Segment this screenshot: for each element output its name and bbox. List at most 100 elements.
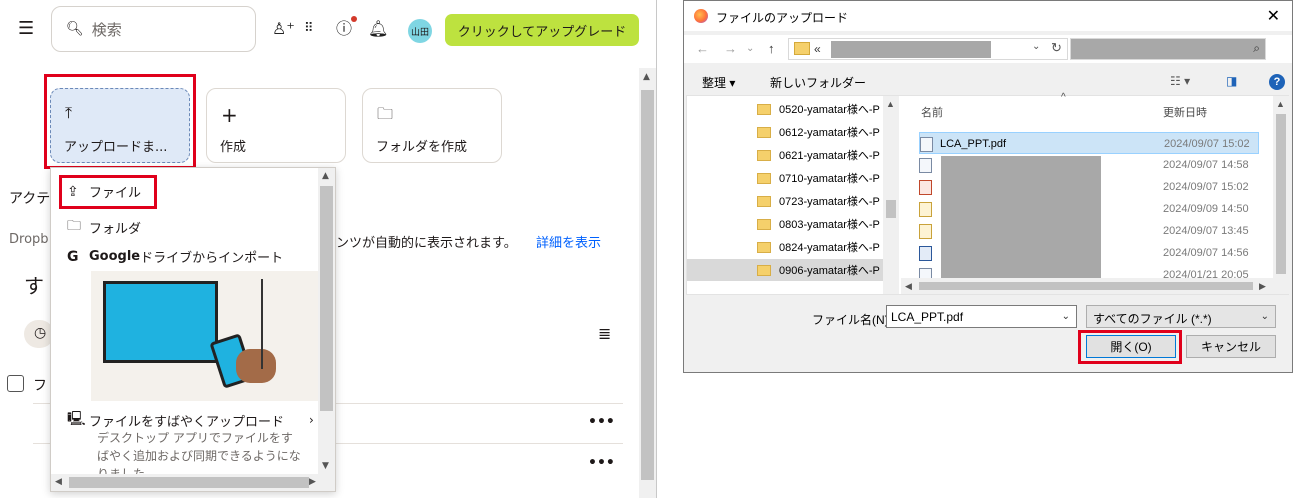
select-all-checkbox[interactable] bbox=[7, 375, 24, 392]
list-view-icon[interactable]: ≣ bbox=[598, 324, 611, 343]
scroll-up-icon[interactable]: ▲ bbox=[886, 99, 895, 109]
scroll-down-icon[interactable]: ▼ bbox=[322, 461, 329, 471]
file-list-hscrollbar[interactable]: ◀ ▶ bbox=[901, 278, 1273, 294]
sort-caret-icon: ^ bbox=[1061, 92, 1066, 103]
file-name: LCA_PPT.pdf bbox=[940, 138, 1007, 150]
search-input[interactable]: 🔍︎ 検索 bbox=[51, 6, 256, 52]
menu-scrollbar-horizontal[interactable]: ◀ ▶ bbox=[51, 474, 335, 491]
filename-input[interactable]: LCA_PPT.pdf ⌄ bbox=[886, 305, 1077, 328]
scroll-up-icon[interactable]: ▲ bbox=[1276, 99, 1285, 109]
recent-dropdown-icon[interactable]: ⌄ bbox=[746, 43, 754, 54]
tree-scrollbar[interactable]: ▲ bbox=[883, 96, 899, 294]
menu-icon[interactable]: ☰ bbox=[18, 20, 34, 38]
address-bar[interactable]: « ⌄ ↻ bbox=[788, 38, 1068, 60]
folder-icon bbox=[757, 172, 771, 184]
file-row-selected[interactable]: LCA_PPT.pdf 2024/09/07 15:02 bbox=[919, 132, 1259, 154]
create-tile[interactable]: + 作成 bbox=[206, 88, 346, 163]
fast-upload-title: ファイルをすばやくアップロード bbox=[89, 414, 285, 430]
tree-item[interactable]: 0824-yamatar様へ-P bbox=[757, 236, 880, 258]
chevron-down-icon: ⌄ bbox=[1260, 311, 1269, 322]
tree-item-label: 0621-yamatar様へ-P bbox=[779, 150, 880, 162]
tree-item[interactable]: 0520-yamatar様へ-P bbox=[757, 98, 880, 120]
help-icon[interactable]: ? bbox=[1269, 74, 1285, 90]
bell-icon[interactable]: 🔔︎ bbox=[368, 20, 388, 38]
auto-display-text: ンツが自動的に表示されます。 bbox=[336, 236, 517, 251]
add-member-icon[interactable]: ♙⁺ bbox=[272, 20, 295, 38]
zip-file-icon bbox=[919, 202, 932, 217]
tree-item-selected[interactable]: 0906-yamatar様へ-P bbox=[687, 259, 883, 281]
file-date: 2024/09/07 14:56 bbox=[1163, 247, 1249, 259]
google-brand-label: Google bbox=[89, 249, 141, 264]
tree-item-label: 0520-yamatar様へ-P bbox=[779, 104, 880, 116]
navigation-row: ← → ⌄ ↑ « ⌄ ↻ ⌕ bbox=[684, 35, 1292, 63]
details-link[interactable]: 詳細を表示 bbox=[536, 232, 601, 251]
search-box[interactable]: ⌕ bbox=[1070, 38, 1266, 60]
tree-item[interactable]: 0710-yamatar様へ-P bbox=[757, 167, 880, 189]
create-tile-label: 作成 bbox=[220, 140, 247, 155]
upgrade-button[interactable]: クリックしてアップグレード bbox=[445, 14, 639, 46]
menu-item-folder[interactable]: 🗀 フォルダ bbox=[67, 215, 141, 239]
notification-dot bbox=[351, 16, 357, 22]
dialog-title: ファイルのアップロード bbox=[716, 11, 849, 25]
scroll-up-icon[interactable]: ▲ bbox=[322, 171, 329, 181]
search-icon: 🔍︎ bbox=[66, 21, 84, 37]
tree-item[interactable]: 0612-yamatar様へ-P bbox=[757, 121, 880, 143]
organize-button[interactable]: 整理 ▾ bbox=[702, 74, 735, 91]
dialog-titlebar: ファイルのアップロード ✕ bbox=[684, 1, 1292, 31]
scroll-left-icon[interactable]: ◀ bbox=[905, 281, 912, 292]
chevron-down-icon[interactable]: ⌄ bbox=[1062, 311, 1070, 322]
menu-scroll-thumb[interactable] bbox=[320, 186, 333, 411]
new-folder-tile[interactable]: 🗀 フォルダを作成 bbox=[362, 88, 502, 163]
dropbox-text: Dropb bbox=[9, 232, 49, 247]
upload-dropdown-menu: ⇪ ファイル 🗀 フォルダ G Google ドライブからインポート 🖳 ファイ… bbox=[50, 167, 336, 492]
up-arrow-icon[interactable]: ↑ bbox=[768, 41, 775, 56]
highlight-file bbox=[59, 175, 157, 209]
desktop-app-illustration bbox=[91, 271, 319, 401]
forward-arrow-icon[interactable]: → bbox=[724, 41, 737, 56]
scroll-right-icon[interactable]: ▶ bbox=[1259, 281, 1266, 292]
folder-upload-icon: 🗀 bbox=[67, 218, 81, 234]
chevron-right-icon: › bbox=[309, 413, 314, 427]
page-scroll-thumb[interactable] bbox=[641, 90, 654, 480]
clock-icon: ◷ bbox=[34, 325, 47, 341]
menu-item-google-drive[interactable]: G Google ドライブからインポート bbox=[67, 247, 284, 267]
redacted-path bbox=[831, 41, 991, 58]
more-icon[interactable]: ••• bbox=[588, 455, 615, 471]
scroll-up-icon[interactable]: ▲ bbox=[643, 72, 650, 82]
menu-hscroll-thumb[interactable] bbox=[69, 477, 309, 488]
name-column-header: フ bbox=[33, 378, 47, 394]
tree-item[interactable]: 0621-yamatar様へ-P bbox=[757, 144, 880, 166]
google-import-label: ドライブからインポート bbox=[140, 251, 284, 266]
search-placeholder: 検索 bbox=[91, 20, 122, 39]
file-date: 2024/09/07 13:45 bbox=[1163, 225, 1249, 237]
folder-icon bbox=[757, 126, 771, 138]
refresh-icon[interactable]: ↻ bbox=[1051, 40, 1062, 56]
cancel-button[interactable]: キャンセル bbox=[1186, 335, 1276, 358]
page-scrollbar[interactable]: ▲ bbox=[639, 68, 656, 498]
tree-item[interactable]: 0803-yamatar様へ-P bbox=[757, 213, 880, 235]
redacted-file-names bbox=[941, 156, 1101, 278]
folder-icon bbox=[757, 195, 771, 207]
close-icon[interactable]: ✕ bbox=[1267, 6, 1280, 26]
preview-pane-icon[interactable]: ◨ bbox=[1226, 74, 1237, 88]
hscroll-thumb[interactable] bbox=[919, 282, 1253, 290]
chevron-down-icon[interactable]: ⌄ bbox=[1032, 41, 1040, 52]
apps-grid-icon[interactable]: ⠿ bbox=[304, 20, 313, 38]
file-list-scrollbar[interactable]: ▲ bbox=[1273, 96, 1289, 294]
menu-scrollbar-vertical[interactable]: ▲ ▼ bbox=[318, 168, 335, 475]
scroll-left-icon[interactable]: ◀ bbox=[55, 477, 62, 487]
filetype-select[interactable]: すべてのファイル (*.*) ⌄ bbox=[1086, 305, 1276, 328]
column-header-name[interactable]: 名前 bbox=[921, 104, 943, 120]
column-header-date[interactable]: 更新日時 bbox=[1163, 104, 1207, 120]
scroll-right-icon[interactable]: ▶ bbox=[309, 477, 316, 487]
tree-item[interactable]: 0723-yamatar様へ-P bbox=[757, 190, 880, 212]
view-options-icon[interactable]: ☷ ▾ bbox=[1170, 74, 1190, 88]
more-icon[interactable]: ••• bbox=[588, 414, 615, 430]
tree-item-label: 0710-yamatar様へ-P bbox=[779, 173, 880, 185]
tree-scroll-thumb[interactable] bbox=[886, 200, 896, 218]
back-arrow-icon[interactable]: ← bbox=[696, 41, 709, 56]
avatar[interactable]: 山田 bbox=[408, 19, 432, 43]
new-folder-button[interactable]: 新しいフォルダー bbox=[770, 74, 866, 91]
help-icon[interactable]: ⓘ bbox=[336, 20, 352, 38]
file-scroll-thumb[interactable] bbox=[1276, 114, 1286, 274]
